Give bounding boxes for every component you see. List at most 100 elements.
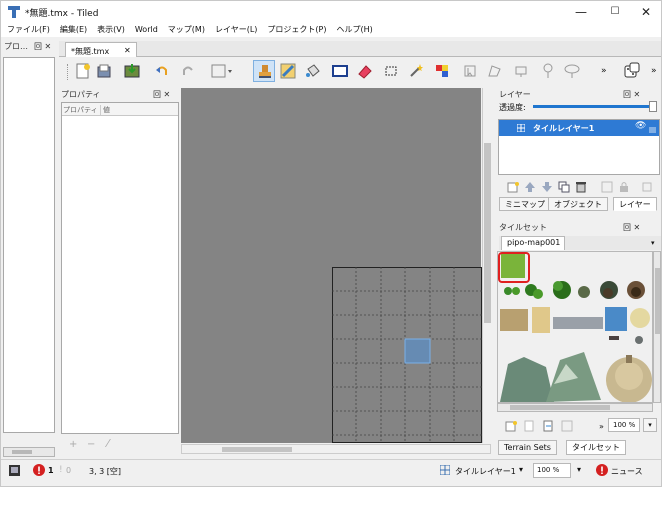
new-tileset-icon[interactable]: [505, 420, 517, 432]
map-zoom-field[interactable]: 100 %: [533, 463, 571, 478]
menu-bar: ファイル(F) 編集(E) 表示(V) World マップ(M) レイヤー(L)…: [1, 23, 661, 37]
properties-dock-controls[interactable]: 回 ✕: [153, 89, 170, 101]
layers-title: レイヤー: [499, 90, 531, 99]
layer-selector-dropdown-icon[interactable]: ▾: [519, 465, 523, 474]
tab-terrain-sets[interactable]: Terrain Sets: [498, 440, 557, 455]
remove-property-button[interactable]: −: [87, 439, 95, 450]
scroll-thumb[interactable]: [655, 268, 660, 334]
edit-tileset-icon[interactable]: [561, 420, 573, 432]
map-canvas[interactable]: [181, 88, 482, 443]
eraser-icon[interactable]: [357, 63, 373, 79]
stamp-tool-button[interactable]: [253, 60, 275, 82]
random-mode-icon[interactable]: [623, 62, 641, 80]
minimize-button[interactable]: —: [564, 1, 598, 23]
rect-select-icon[interactable]: [384, 64, 398, 78]
warning-icon[interactable]: !: [59, 465, 63, 475]
tab-objects[interactable]: オブジェクト: [548, 197, 608, 211]
news-button[interactable]: ニュース: [611, 466, 643, 477]
terrain-brush-icon[interactable]: [280, 63, 296, 79]
menu-layer[interactable]: レイヤー(L): [215, 23, 257, 37]
edit-property-button[interactable]: ⁄: [107, 437, 109, 450]
close-button[interactable]: ✕: [629, 1, 661, 23]
toolbar-grip: [67, 64, 69, 80]
tileset-view[interactable]: [497, 251, 653, 403]
tileset-hscrollbar[interactable]: [497, 403, 653, 412]
map-zoom-dropdown-icon[interactable]: ▾: [577, 465, 581, 474]
layers-dock-controls[interactable]: 回 ✕: [623, 89, 640, 101]
tileset-dropdown-icon[interactable]: ▾: [651, 239, 655, 247]
bucket-fill-icon[interactable]: [305, 63, 321, 79]
tileset-zoom-dropdown-icon[interactable]: ▾: [643, 418, 657, 432]
lock-icon[interactable]: [648, 123, 657, 133]
menu-view[interactable]: 表示(V): [97, 23, 125, 37]
shape-fill-icon[interactable]: [332, 63, 348, 79]
layer-menu-icon[interactable]: [641, 181, 653, 193]
edit-polygon-icon[interactable]: [487, 63, 503, 79]
insert-ellipse-icon[interactable]: [563, 63, 581, 79]
insert-point-icon[interactable]: [541, 63, 555, 79]
project-dock-title: プロ…: [4, 42, 28, 51]
select-same-tile-icon[interactable]: [434, 63, 450, 79]
console-icon[interactable]: [9, 465, 20, 476]
tab-pipo-map001[interactable]: pipo-map001: [501, 236, 565, 250]
opacity-slider[interactable]: [533, 101, 657, 112]
lower-layer-icon[interactable]: [541, 181, 553, 193]
add-property-button[interactable]: +: [69, 439, 77, 450]
tab-minimap[interactable]: ミニマップ: [499, 197, 551, 211]
canvas-vscrollbar[interactable]: [482, 88, 492, 443]
save-icon[interactable]: [124, 63, 140, 79]
tileset-vscrollbar[interactable]: [653, 251, 661, 403]
properties-panel: プロパティ 値: [61, 102, 179, 434]
layer-selector[interactable]: タイルレイヤー1: [455, 466, 516, 477]
delete-layer-icon[interactable]: [575, 181, 587, 193]
news-alert-icon[interactable]: [596, 464, 608, 476]
undo-icon[interactable]: [155, 64, 169, 78]
col-value[interactable]: 値: [100, 105, 110, 115]
menu-file[interactable]: ファイル(F): [7, 23, 50, 37]
open-icon[interactable]: [96, 63, 112, 79]
menu-help[interactable]: ヘルプ(H): [337, 23, 373, 37]
object-select-icon[interactable]: [463, 64, 477, 78]
tab-tilesets[interactable]: タイルセット: [566, 440, 626, 455]
tile-map-grid[interactable]: [332, 267, 482, 443]
properties-header-row: プロパティ 値: [62, 103, 178, 116]
magic-wand-icon[interactable]: [408, 63, 424, 79]
col-property[interactable]: プロパティ: [63, 105, 98, 115]
tiled-logo-icon: [8, 6, 20, 18]
tilesets-dock-controls[interactable]: 回 ✕: [623, 222, 640, 234]
redo-icon[interactable]: [181, 64, 195, 78]
error-icon[interactable]: [33, 464, 45, 476]
menu-world[interactable]: World: [135, 23, 158, 37]
merge-layer-icon[interactable]: [601, 181, 613, 193]
tileset-toolbar-overflow[interactable]: »: [599, 422, 604, 431]
export-tileset-icon[interactable]: [542, 420, 554, 432]
tab-layers[interactable]: レイヤー: [613, 197, 657, 211]
project-hscrollbar[interactable]: [3, 447, 55, 457]
maximize-button[interactable]: ☐: [598, 1, 632, 23]
canvas-hscrollbar[interactable]: [181, 444, 491, 454]
import-tileset-icon[interactable]: [523, 420, 535, 432]
scroll-thumb[interactable]: [222, 447, 292, 452]
insert-rect-icon[interactable]: [514, 64, 528, 78]
tab-close-icon[interactable]: ✕: [124, 46, 131, 55]
new-layer-icon[interactable]: [507, 181, 519, 193]
scroll-thumb[interactable]: [484, 143, 491, 323]
scroll-thumb[interactable]: [12, 450, 32, 454]
eye-icon[interactable]: 👁: [635, 121, 646, 131]
menu-map[interactable]: マップ(M): [168, 23, 205, 37]
duplicate-layer-icon[interactable]: [558, 181, 570, 193]
tileset-zoom-field[interactable]: 100 %: [608, 418, 640, 432]
world-tool-icon[interactable]: [211, 63, 233, 79]
menu-edit[interactable]: 編集(E): [60, 23, 87, 37]
new-map-icon[interactable]: [75, 63, 91, 79]
lock-all-icon[interactable]: [618, 181, 630, 193]
toolbar-overflow-button[interactable]: »: [601, 66, 607, 76]
menu-project[interactable]: プロジェクト(P): [267, 23, 326, 37]
tab-untitled[interactable]: *無題.tmx ✕: [65, 42, 137, 57]
layer-row-tile-layer-1[interactable]: タイルレイヤー1 👁: [499, 120, 659, 136]
opacity-slider-handle[interactable]: [649, 101, 657, 112]
scroll-thumb[interactable]: [510, 405, 610, 410]
project-dock-controls[interactable]: 回 ✕: [34, 41, 51, 53]
raise-layer-icon[interactable]: [524, 181, 536, 193]
toolbar-overflow-button-2[interactable]: »: [651, 66, 657, 76]
